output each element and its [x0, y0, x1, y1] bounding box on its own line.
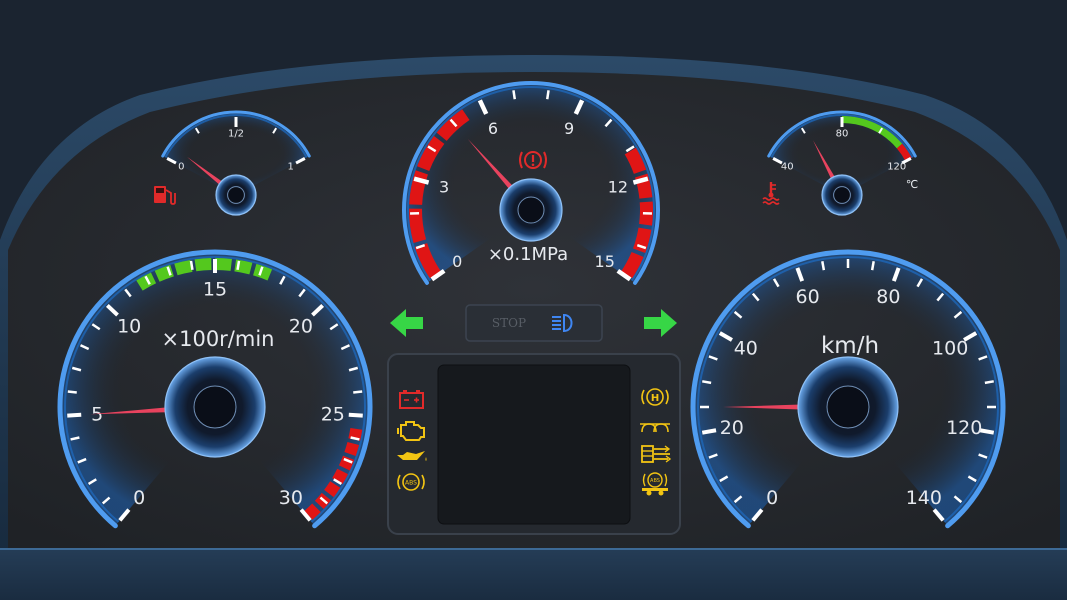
- temp-gauge-unit: ℃: [906, 178, 918, 191]
- minor-tick: [545, 90, 550, 100]
- dash-bottom-trim: [0, 548, 1067, 600]
- tick-label: 100: [932, 338, 968, 360]
- minor-tick: [984, 380, 994, 385]
- minor-tick: [353, 390, 363, 394]
- tick-label: 0: [452, 252, 462, 271]
- tick-label: 6: [488, 119, 498, 138]
- tick-label: 1/2: [228, 129, 244, 140]
- tick-label: 3: [439, 177, 449, 196]
- tick-label: 1: [288, 161, 294, 172]
- major-tick: [67, 412, 82, 418]
- minor-tick: [67, 390, 77, 394]
- tachometer-unit: ×100r/min: [162, 327, 275, 351]
- major-tick: [348, 412, 363, 418]
- tick-label: 12: [608, 177, 628, 196]
- svg-text:H: H: [651, 393, 659, 404]
- tick-label: 140: [906, 487, 942, 509]
- tick-label: 25: [321, 404, 345, 426]
- tick-label: 120: [887, 161, 906, 172]
- minor-tick: [236, 260, 241, 271]
- tick-label: 40: [734, 338, 758, 360]
- tick-label: 5: [91, 404, 103, 426]
- tick-label: 0: [766, 487, 778, 509]
- svg-text:ABS: ABS: [405, 480, 417, 487]
- stop-headlight-indicator-box: [465, 304, 603, 342]
- tick-label: 120: [946, 417, 982, 439]
- tach-green-zone: [194, 258, 212, 272]
- pressure-gauge-unit: ×0.1MPa: [488, 244, 568, 265]
- tick-label: 80: [836, 129, 849, 140]
- minor-tick: [512, 90, 517, 100]
- tick-label: 10: [117, 316, 141, 338]
- dashboard: 051015202530×100r/min0204060 80100120140k…: [0, 55, 1067, 600]
- stop-indicator: STOP: [492, 316, 526, 330]
- minor-tick: [870, 261, 875, 271]
- tick-label: 15: [203, 279, 227, 301]
- tick-label: 9: [564, 119, 574, 138]
- speedometer-unit: km/h: [821, 333, 879, 359]
- svg-text:ABS: ABS: [650, 478, 660, 484]
- tach-green-zone: [215, 258, 232, 271]
- minor-tick: [702, 380, 712, 385]
- tick-label: 60: [796, 286, 820, 308]
- tick-label: 20: [720, 417, 744, 439]
- info-display-screen: [437, 364, 631, 525]
- major-tick: [701, 428, 717, 435]
- minor-tick: [189, 260, 194, 271]
- tick-label: 40: [781, 161, 794, 172]
- tick-label: 0: [133, 487, 145, 509]
- tick-label: 0: [178, 161, 184, 172]
- tick-label: 30: [279, 487, 303, 509]
- tick-label: 15: [595, 252, 615, 271]
- tick-label: 20: [289, 316, 313, 338]
- tick-label: 80: [876, 286, 900, 308]
- minor-tick: [821, 261, 826, 271]
